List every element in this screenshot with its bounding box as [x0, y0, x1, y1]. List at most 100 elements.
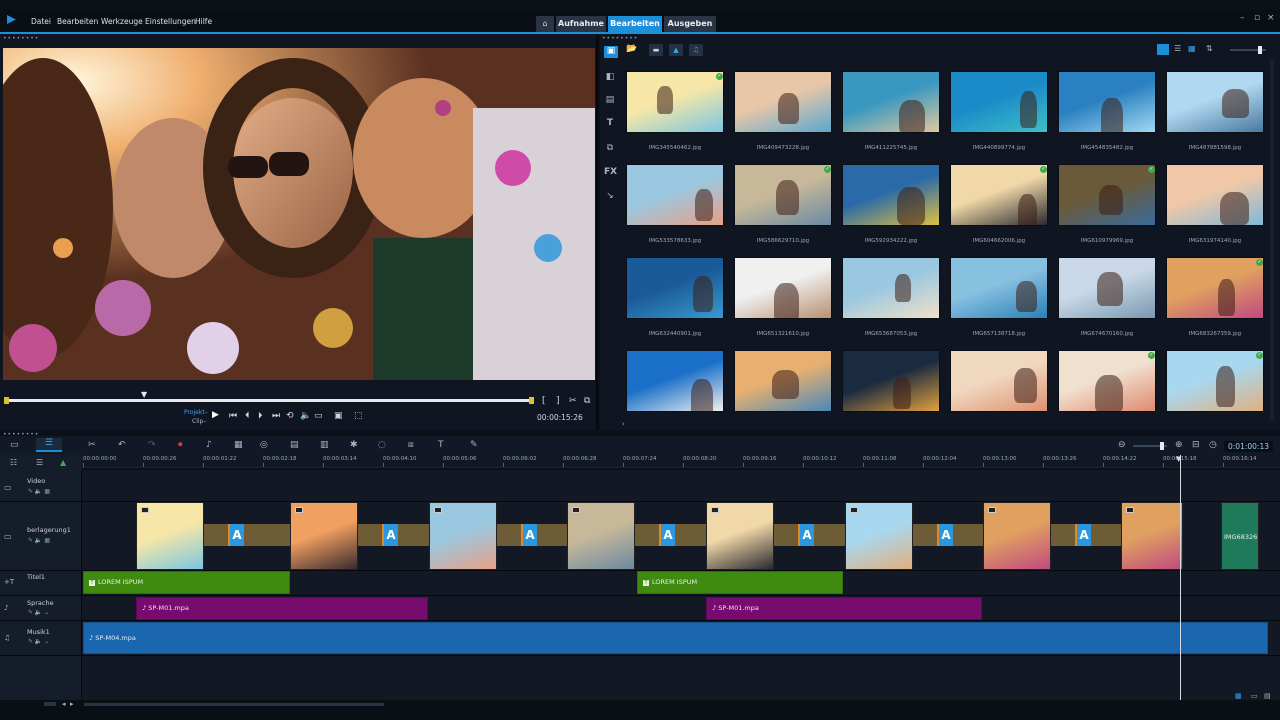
- preview-window[interactable]: [3, 48, 595, 380]
- add-track-icon[interactable]: ▲: [60, 458, 66, 467]
- menu-hilfe[interactable]: Hilfe: [195, 17, 212, 26]
- overlay-image-clip[interactable]: [845, 502, 913, 570]
- scroll-right-icon[interactable]: ▸: [70, 700, 74, 708]
- snapshot-icon[interactable]: ⧉: [584, 396, 590, 406]
- overlay-last-clip[interactable]: IMG683267...: [1221, 502, 1259, 570]
- undo-icon[interactable]: ↶: [118, 440, 126, 450]
- volume-icon[interactable]: 🔈: [300, 411, 311, 421]
- path-icon[interactable]: ↘: [604, 191, 616, 201]
- projekt-label[interactable]: Projekt–: [184, 409, 208, 416]
- transition-icon[interactable]: A: [228, 524, 244, 546]
- zoom-out-icon[interactable]: ⊖: [1118, 440, 1126, 450]
- photo-filter-icon[interactable]: ▲: [669, 44, 683, 56]
- library-thumbnail[interactable]: [950, 71, 1048, 133]
- transition-icon[interactable]: A: [521, 524, 537, 546]
- multicam-icon[interactable]: ▥: [320, 440, 329, 450]
- transition-icon[interactable]: ⧉: [604, 143, 616, 153]
- tab-ausgeben[interactable]: Ausgeben: [664, 16, 716, 32]
- menu-bearbeiten[interactable]: Bearbeiten: [57, 17, 98, 26]
- library-thumbnail[interactable]: [842, 164, 940, 226]
- panel-grip-icon[interactable]: ••••••••: [3, 35, 39, 42]
- voice-clip[interactable]: ♪ SP-M01.mpa: [136, 597, 428, 620]
- library-thumbnail[interactable]: [734, 164, 832, 226]
- zoom-in-icon[interactable]: ⊕: [1175, 440, 1183, 450]
- library-thumbnail[interactable]: [842, 350, 940, 412]
- fit-project-icon[interactable]: ⊟: [1192, 440, 1200, 450]
- resize-icon[interactable]: ⬚: [354, 411, 363, 421]
- subtitle-icon[interactable]: ▤: [290, 440, 299, 450]
- title-clip[interactable]: T LOREM ISPUM: [83, 571, 290, 594]
- library-thumbnail[interactable]: [734, 257, 832, 319]
- prev-frame-icon[interactable]: ⏴: [245, 411, 250, 421]
- overlay-image-clip[interactable]: [983, 502, 1051, 570]
- hd-preview-icon[interactable]: ▭: [314, 411, 323, 421]
- timeline-ruler[interactable]: [82, 455, 1280, 468]
- library-thumbnail[interactable]: [1058, 164, 1156, 226]
- clip-label[interactable]: Clip–: [192, 418, 206, 425]
- motion-track-icon[interactable]: ◎: [260, 440, 268, 450]
- library-thumbnail[interactable]: [626, 257, 724, 319]
- transition-gap[interactable]: [204, 524, 290, 546]
- media-library-icon[interactable]: ▣: [604, 46, 618, 58]
- color-icon[interactable]: ✎: [470, 440, 478, 450]
- library-thumbnail[interactable]: [1166, 350, 1264, 412]
- transition-icon[interactable]: A: [937, 524, 953, 546]
- overlay-image-clip[interactable]: [429, 502, 497, 570]
- auto-music-icon[interactable]: ▦: [234, 440, 243, 450]
- name-view-icon[interactable]: ▤: [1264, 692, 1271, 700]
- split-screen-icon[interactable]: ◌: [378, 440, 386, 450]
- expand-icon[interactable]: ›: [622, 420, 625, 428]
- track-manager-icon[interactable]: ☷: [10, 458, 17, 467]
- zoom-handle[interactable]: [1160, 442, 1164, 450]
- voice-clip[interactable]: ♪ SP-M01.mpa: [706, 597, 982, 620]
- library-thumbnail[interactable]: [842, 71, 940, 133]
- thumb-view-toggle-icon[interactable]: ▦: [1235, 692, 1242, 700]
- library-thumbnail[interactable]: [734, 350, 832, 412]
- library-scrollbar[interactable]: [1270, 60, 1274, 420]
- restore-icon[interactable]: ▫: [1254, 13, 1260, 23]
- go-end-icon[interactable]: ⏭: [272, 411, 280, 421]
- library-thumbnail[interactable]: [1166, 257, 1264, 319]
- repeat-icon[interactable]: ⟲: [286, 411, 294, 421]
- menu-einstellungen[interactable]: Einstellungen: [145, 17, 196, 26]
- library-thumbnail[interactable]: [1166, 71, 1264, 133]
- redo-icon[interactable]: ↷: [148, 440, 156, 450]
- timecode-display[interactable]: 00:00:15:26: [537, 413, 583, 422]
- title-icon[interactable]: T: [604, 118, 616, 128]
- stop-motion-icon[interactable]: ✱: [350, 440, 358, 450]
- scroll-left-icon[interactable]: ◂: [62, 700, 66, 708]
- chapter-icon[interactable]: ☰: [36, 458, 43, 467]
- video-track-controls-icon[interactable]: ✎ 🔈 ▦: [28, 488, 50, 495]
- library-grip-icon[interactable]: ••••••••: [602, 35, 638, 42]
- scrub-bar[interactable]: [4, 399, 534, 402]
- mask-icon[interactable]: ⧈: [408, 440, 414, 450]
- voice-track-controls-icon[interactable]: ✎ 🔈 ⌄: [28, 609, 49, 616]
- playhead[interactable]: [1180, 455, 1181, 700]
- 3d-title-icon[interactable]: T: [438, 440, 444, 450]
- split-icon[interactable]: ✂: [569, 396, 577, 406]
- transition-icon[interactable]: A: [382, 524, 398, 546]
- overlay-image-clip[interactable]: [1121, 502, 1183, 570]
- library-thumbnail[interactable]: [950, 257, 1048, 319]
- transition-icon[interactable]: A: [1075, 524, 1091, 546]
- overlay-image-clip[interactable]: [706, 502, 774, 570]
- library-thumbnail[interactable]: [626, 71, 724, 133]
- library-thumbnail[interactable]: [1058, 71, 1156, 133]
- next-frame-icon[interactable]: ⏵: [258, 411, 263, 421]
- thumb-view-icon[interactable]: [1157, 44, 1169, 55]
- mark-in-icon[interactable]: [: [542, 396, 546, 406]
- audio-filter-icon[interactable]: ♫: [689, 44, 703, 56]
- filmstrip-view-icon[interactable]: ▭: [1251, 692, 1258, 700]
- storyboard-view-icon[interactable]: ▭: [10, 440, 19, 450]
- overlay-image-clip[interactable]: [290, 502, 358, 570]
- trim-start-handle[interactable]: [4, 397, 9, 404]
- transition-icon[interactable]: A: [659, 524, 675, 546]
- clock-icon[interactable]: ◷: [1209, 440, 1217, 450]
- library-thumbnail[interactable]: [734, 71, 832, 133]
- home-tab-icon[interactable]: ⌂: [536, 16, 554, 32]
- tools-icon[interactable]: ✂: [88, 440, 96, 450]
- timeline-view-icon[interactable]: ☰: [36, 438, 62, 452]
- thumb-size-handle[interactable]: [1258, 46, 1262, 54]
- minimize-icon[interactable]: –: [1240, 13, 1245, 23]
- overlay-image-clip[interactable]: [567, 502, 635, 570]
